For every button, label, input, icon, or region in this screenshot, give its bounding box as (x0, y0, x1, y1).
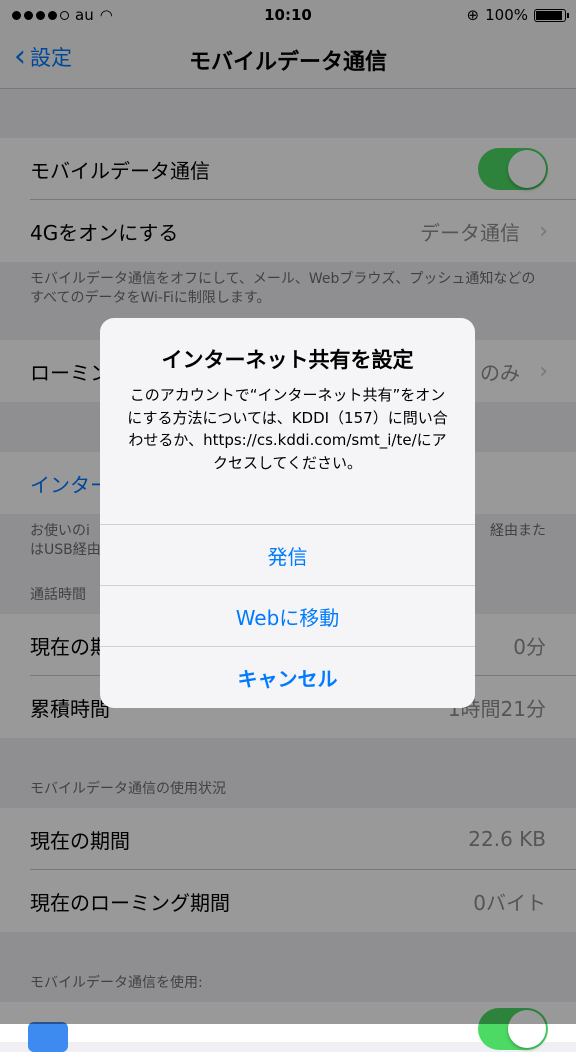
alert-dialog: インターネット共有を設定 このアカウントで“インターネット共有”をオンにする方法… (100, 318, 475, 708)
alert-message: このアカウントで“インターネット共有”をオンにする方法については、KDDI（15… (127, 386, 448, 472)
go-to-web-button[interactable]: Webに移動 (100, 585, 475, 646)
app-icon (28, 1022, 68, 1052)
cancel-button[interactable]: キャンセル (100, 646, 475, 707)
call-button[interactable]: 発信 (100, 524, 475, 585)
alert-title: インターネット共有を設定 (161, 348, 414, 372)
